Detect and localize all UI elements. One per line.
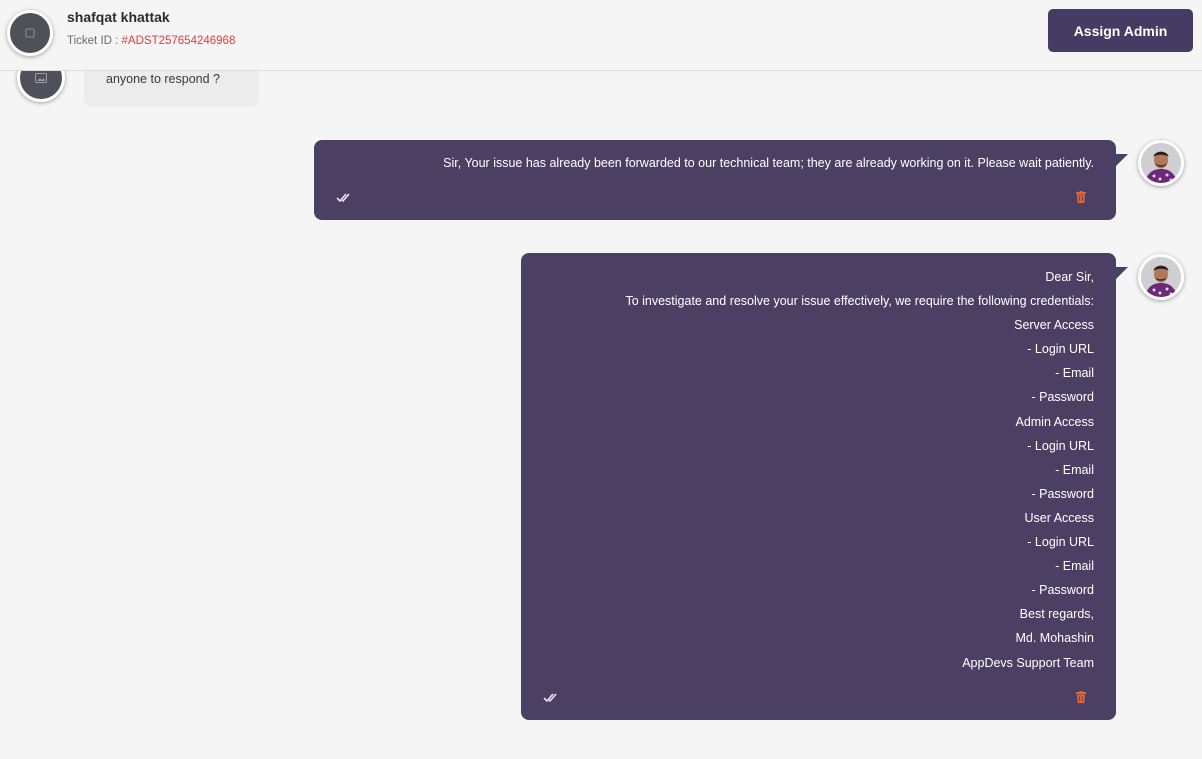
agent-avatar: [1138, 140, 1184, 186]
message-line: - Email: [1055, 462, 1094, 477]
image-icon: [35, 73, 47, 83]
agent-avatar: [1138, 254, 1184, 300]
message-line: - Password: [1031, 486, 1094, 501]
outgoing-message-text: Sir, Your issue has already been forward…: [443, 156, 1094, 170]
message-line: - Email: [1055, 559, 1094, 574]
message-line: Best regards,: [1019, 607, 1094, 622]
ticket-id-label: Ticket ID :: [67, 35, 122, 47]
outgoing-message-text: Dear Sir, To investigate and resolve you…: [625, 265, 1094, 675]
ticket-id-value: #ADST257654246968: [121, 35, 236, 47]
message-line: - Login URL: [1027, 342, 1094, 357]
message-line: - Password: [1031, 390, 1094, 405]
message-line: - Login URL: [1027, 535, 1094, 550]
agent-photo-icon: [1141, 257, 1181, 297]
double-check-icon: [543, 693, 557, 703]
message-line: Md. Mohashin: [1015, 631, 1094, 646]
trash-icon[interactable]: [1076, 191, 1086, 203]
ticket-id-row: Ticket ID : #ADST257654246968: [67, 35, 235, 47]
chat-header: shafqat khattak Ticket ID : #ADST2576542…: [0, 0, 1202, 71]
message-line: Dear Sir,: [1045, 270, 1094, 284]
message-line: Admin Access: [1015, 414, 1094, 429]
customer-header-avatar: [7, 10, 53, 56]
agent-photo-icon: [1141, 143, 1181, 183]
message-line: AppDevs Support Team: [962, 655, 1094, 670]
message-line: - Login URL: [1027, 438, 1094, 453]
incoming-message-text: anyone to respond ?: [106, 72, 220, 86]
message-line: - Password: [1031, 583, 1094, 598]
message-line: - Email: [1055, 366, 1094, 381]
customer-name: shafqat khattak: [67, 9, 170, 25]
message-line: User Access: [1024, 510, 1094, 525]
assign-admin-button[interactable]: Assign Admin: [1048, 9, 1193, 52]
double-check-icon: [336, 193, 350, 203]
message-line: Server Access: [1014, 318, 1094, 333]
image-icon: [25, 28, 35, 38]
outgoing-message-bubble: Sir, Your issue has already been forward…: [314, 140, 1128, 220]
chat-page: anyone to respond ? shafqat khattak Tick…: [0, 0, 1202, 759]
outgoing-message-bubble: Dear Sir, To investigate and resolve you…: [521, 253, 1128, 720]
message-line: To investigate and resolve your issue ef…: [625, 294, 1094, 309]
trash-icon[interactable]: [1076, 691, 1086, 703]
